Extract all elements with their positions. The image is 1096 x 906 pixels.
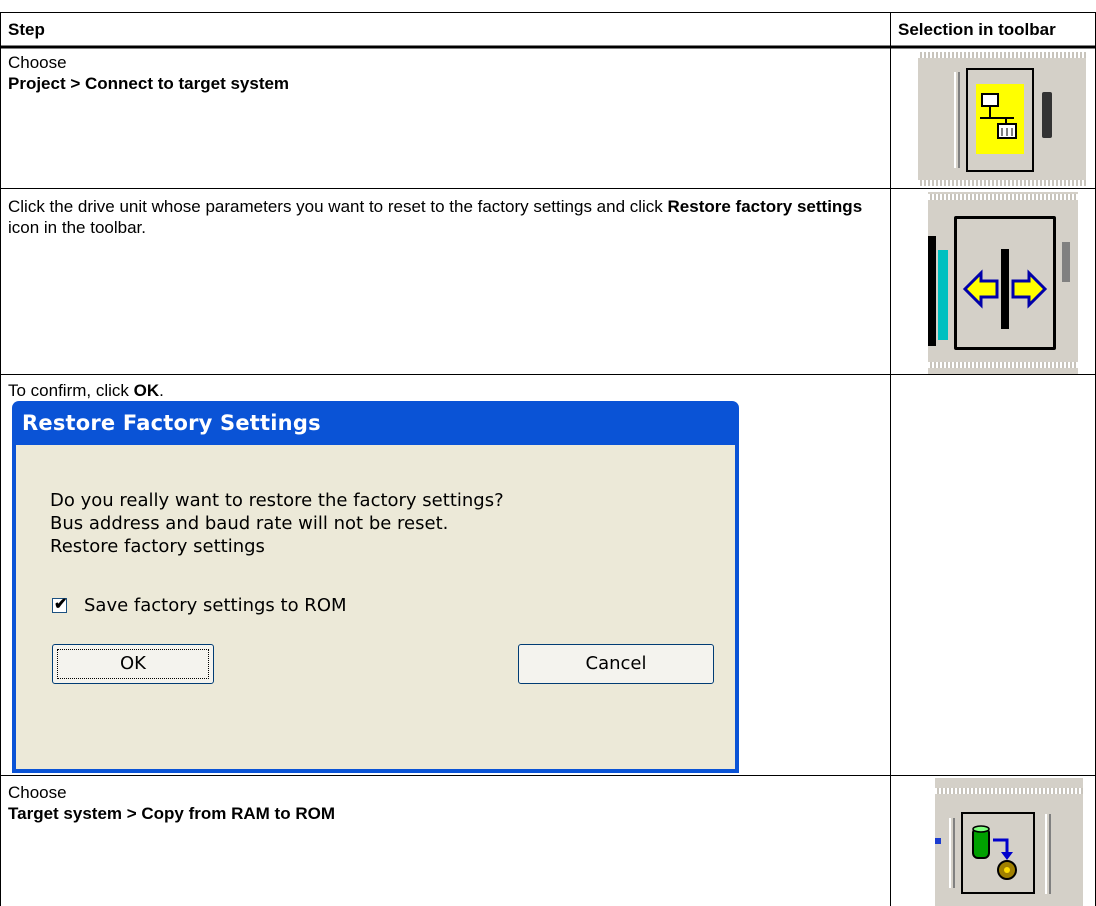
- header-step: Step: [8, 20, 45, 39]
- dialog-title: Restore Factory Settings: [22, 411, 321, 435]
- toolbar-snippet-copy-rom: [935, 778, 1083, 906]
- save-to-rom-label[interactable]: Save factory settings to ROM: [84, 595, 347, 616]
- dialog-message-line: Do you really want to restore the factor…: [50, 490, 504, 511]
- connect-target-icon[interactable]: [966, 68, 1034, 172]
- cancel-button-label: Cancel: [585, 653, 647, 674]
- copy-ram-to-rom-icon[interactable]: [961, 812, 1035, 894]
- dialog-message-line: Restore factory settings: [50, 536, 265, 557]
- row3-text-b: .: [159, 381, 164, 400]
- row1-menu-path: Project > Connect to target system: [8, 74, 290, 93]
- dialog-message-line: Bus address and baud rate will not be re…: [50, 513, 449, 534]
- ok-button[interactable]: OK: [52, 644, 214, 684]
- save-to-rom-checkbox[interactable]: ✔: [52, 596, 67, 613]
- row2-text-a: Click the drive unit whose parameters yo…: [8, 197, 668, 216]
- row1-line1: Choose: [8, 53, 67, 72]
- row3-text-bold: OK: [133, 381, 160, 400]
- dialog-message: Do you really want to restore the factor…: [50, 489, 504, 558]
- checkmark-icon: ✔: [54, 596, 68, 613]
- restore-factory-settings-icon[interactable]: [954, 216, 1056, 350]
- row2-text: Click the drive unit whose parameters yo…: [8, 196, 878, 238]
- row4-text: Choose Target system > Copy from RAM to …: [8, 782, 878, 824]
- row3-text: To confirm, click OK.: [8, 380, 878, 401]
- toolbar-snippet-connect: [918, 52, 1086, 186]
- header-selection: Selection in toolbar: [898, 20, 1056, 39]
- cancel-button[interactable]: Cancel: [518, 644, 714, 684]
- toolbar-snippet-restore: [928, 192, 1078, 374]
- row2-text-b: icon in the toolbar.: [8, 218, 146, 237]
- row4-menu-path: Target system > Copy from RAM to ROM: [8, 804, 335, 823]
- dialog-body: Do you really want to restore the factor…: [16, 445, 735, 769]
- row1-text: Choose Project > Connect to target syste…: [8, 52, 878, 94]
- restore-factory-settings-dialog: Restore Factory Settings Do you really w…: [12, 401, 739, 773]
- focus-rect: [57, 649, 209, 679]
- row4-line1: Choose: [8, 783, 67, 802]
- row3-text-a: To confirm, click: [8, 381, 134, 400]
- row2-text-bold: Restore factory settings: [667, 197, 863, 216]
